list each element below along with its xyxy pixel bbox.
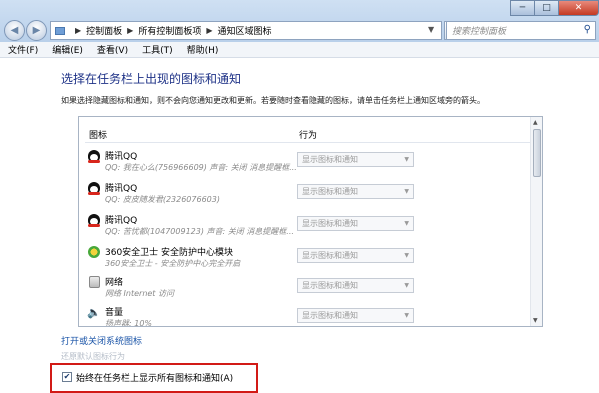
chevron-right-icon: ▶: [127, 26, 134, 35]
icons-list-panel: 图标 行为 腾讯QQ QQ: 我在心么(756966609) 声音: 关闭 消息…: [78, 116, 543, 327]
item-description: 扬声器: 10%: [105, 319, 153, 327]
vertical-scrollbar[interactable]: ▲ ▼: [530, 117, 542, 326]
item-description: QQ: 苦忧都(1047009123) 声音: 关闭 消息提醒框...: [105, 227, 294, 236]
page-description: 如果选择隐藏图标和通知，则不会向您通知更改和更新。若要随时查看隐藏的图标，请单击…: [61, 96, 485, 105]
chevron-right-icon: ▶: [75, 26, 82, 35]
column-header-behavior: 行为: [299, 131, 318, 141]
item-description: 网络 Internet 访问: [105, 289, 174, 298]
list-item: 腾讯QQ QQ: 我在心么(756966609) 声音: 关闭 消息提醒框...…: [79, 147, 529, 177]
item-description: QQ: 皮皮随发君(2326076603): [105, 195, 220, 204]
chevron-down-icon: ▼: [404, 188, 409, 195]
search-icon[interactable]: ⚲: [584, 24, 591, 35]
column-header-icon: 图标: [89, 131, 108, 141]
always-show-checkbox[interactable]: ✔: [62, 372, 72, 382]
behavior-value: 显示图标和通知: [302, 281, 358, 290]
open-system-icons-link[interactable]: 打开或关闭系统图标: [61, 334, 142, 347]
item-description: 360安全卫士 - 安全防护中心完全开启: [105, 259, 241, 268]
menu-file[interactable]: 文件(F): [8, 43, 38, 56]
network-icon: [88, 276, 100, 288]
list-item: 腾讯QQ QQ: 苦忧都(1047009123) 声音: 关闭 消息提醒框...…: [79, 211, 529, 241]
item-description: QQ: 我在心么(756966609) 声音: 关闭 消息提醒框...: [105, 163, 297, 172]
maximize-button[interactable]: □: [534, 0, 558, 16]
item-name: 腾讯QQ: [105, 152, 138, 162]
always-show-label[interactable]: 始终在任务栏上显示所有图标和通知(A): [76, 371, 233, 384]
menu-tools[interactable]: 工具(T): [142, 43, 173, 56]
close-button[interactable]: ✕: [558, 0, 599, 16]
chevron-down-icon: ▼: [404, 312, 409, 319]
behavior-select[interactable]: 显示图标和通知 ▼: [297, 248, 414, 263]
item-name: 腾讯QQ: [105, 216, 138, 226]
behavior-value: 显示图标和通知: [302, 251, 358, 260]
behavior-value: 显示图标和通知: [302, 311, 358, 320]
chevron-down-icon: ▼: [404, 156, 409, 163]
scroll-thumb[interactable]: [533, 129, 541, 177]
behavior-select[interactable]: 显示图标和通知 ▼: [297, 184, 414, 199]
behavior-select[interactable]: 显示图标和通知 ▼: [297, 216, 414, 231]
restore-default-link[interactable]: 还原默认图标行为: [61, 351, 125, 362]
search-input[interactable]: 搜索控制面板 ⚲: [446, 21, 596, 40]
qq-icon: [88, 182, 100, 195]
chevron-down-icon: ▼: [404, 252, 409, 259]
menu-bar: 文件(F) 编辑(E) 查看(V) 工具(T) 帮助(H): [0, 42, 599, 58]
volume-icon: 🔈: [87, 305, 101, 319]
search-placeholder: 搜索控制面板: [452, 27, 507, 37]
breadcrumb-notification-icons[interactable]: 通知区域图标: [218, 24, 272, 37]
breadcrumb-all-items[interactable]: 所有控制面板项: [138, 24, 201, 37]
list-item: 腾讯QQ QQ: 皮皮随发君(2326076603) 显示图标和通知 ▼: [79, 179, 529, 209]
window-controls: ─ □ ✕: [510, 0, 599, 16]
forward-button[interactable]: ▶: [26, 20, 47, 41]
360-icon: [88, 246, 100, 258]
header-divider: [85, 142, 530, 143]
chevron-down-icon: ▼: [404, 220, 409, 227]
address-bar[interactable]: ▶ 控制面板 ▶ 所有控制面板项 ▶ 通知区域图标: [50, 21, 442, 40]
behavior-value: 显示图标和通知: [302, 219, 358, 228]
scroll-down-icon[interactable]: ▼: [533, 317, 538, 324]
item-name: 网络: [105, 278, 124, 288]
behavior-select[interactable]: 显示图标和通知 ▼: [297, 308, 414, 323]
behavior-select[interactable]: 显示图标和通知 ▼: [297, 152, 414, 167]
page-title: 选择在任务栏上出现的图标和通知: [61, 72, 242, 86]
control-panel-icon: [55, 26, 65, 35]
behavior-value: 显示图标和通知: [302, 187, 358, 196]
scroll-up-icon[interactable]: ▲: [533, 119, 538, 126]
behavior-value: 显示图标和通知: [302, 155, 358, 164]
item-name: 360安全卫士 安全防护中心模块: [105, 248, 234, 258]
menu-help[interactable]: 帮助(H): [187, 43, 219, 56]
list-item: 网络 网络 Internet 访问 显示图标和通知 ▼: [79, 273, 529, 303]
list-item: 🔈 音量 扬声器: 10% 显示图标和通知 ▼: [79, 303, 529, 327]
qq-icon: [88, 214, 100, 227]
item-name: 音量: [105, 308, 124, 318]
qq-icon: [88, 150, 100, 163]
address-dropdown-icon[interactable]: ▼: [428, 25, 434, 34]
breadcrumb-control-panel[interactable]: 控制面板: [86, 24, 122, 37]
title-bar: ─ □ ✕ ◀ ▶ ▶ 控制面板 ▶ 所有控制面板项 ▶ 通知区域图标 ▼ ↻ …: [0, 0, 599, 42]
list-item: 360安全卫士 安全防护中心模块 360安全卫士 - 安全防护中心完全开启 显示…: [79, 243, 529, 273]
chevron-right-icon: ▶: [206, 26, 213, 35]
chevron-down-icon: ▼: [404, 282, 409, 289]
minimize-button[interactable]: ─: [510, 0, 534, 16]
behavior-select[interactable]: 显示图标和通知 ▼: [297, 278, 414, 293]
back-button[interactable]: ◀: [4, 20, 25, 41]
item-name: 腾讯QQ: [105, 184, 138, 194]
menu-edit[interactable]: 编辑(E): [52, 43, 83, 56]
menu-view[interactable]: 查看(V): [97, 43, 128, 56]
